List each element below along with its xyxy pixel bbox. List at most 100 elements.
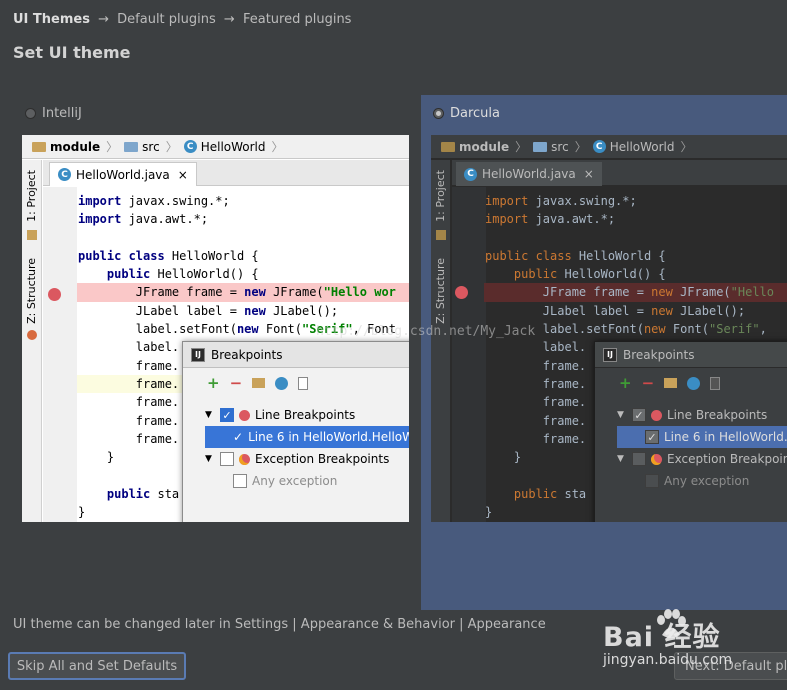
class-icon: C — [58, 168, 71, 181]
code-text: frame. — [485, 376, 587, 391]
breakpoints-dialog: IJ Breakpoints + − ▼ ✓ Line Breakpoints ✓ L… — [182, 341, 409, 522]
string-literal: "Hello wor — [323, 285, 396, 300]
code-text: JLabel label = — [78, 303, 245, 318]
tool-window-strip: 1: Project Z: Structure — [431, 160, 451, 522]
exception-breakpoint-icon — [651, 453, 662, 465]
code-text: } — [78, 450, 115, 465]
intellij-app-icon: IJ — [191, 347, 205, 362]
tree-row-line6: ✓ Line 6 in HelloWorld.HelloW — [205, 426, 409, 448]
tree-label: Line Breakpoints — [667, 408, 768, 422]
nav-class: HelloWorld — [200, 139, 266, 154]
intellij-theme-label: IntelliJ — [42, 106, 82, 121]
tree-label: Exception Breakpoints — [255, 452, 390, 466]
code-line: JLabel label = new JLabel(); — [484, 302, 787, 320]
editor-tab-helloworld: C HelloWorld.java × — [49, 162, 197, 186]
source-folder-icon — [124, 141, 139, 152]
tree-row-line-breakpoints: ▼ ✓ Line Breakpoints — [617, 404, 787, 426]
tree-row-exception-breakpoints: ▼ Exception Breakpoints — [617, 448, 787, 470]
nav-src: src — [551, 139, 569, 154]
nav-separator: 〉 — [271, 140, 284, 154]
code-text: HelloWorld { — [571, 248, 666, 263]
keyword: public — [78, 267, 151, 282]
structure-tool-tab: Z: Structure — [25, 258, 38, 324]
dialog-toolbar: + − — [595, 368, 787, 398]
keyword: public class — [78, 248, 165, 263]
baidu-paw-icon — [657, 609, 686, 638]
intellij-radio-button[interactable] — [25, 108, 36, 119]
dialog-toolbar: + − — [183, 368, 409, 398]
baidu-url-text: jingyan.baidu.com — [603, 652, 733, 668]
csdn-watermark: http://blog.csdn.net/My_Jack — [316, 324, 536, 339]
intellij-theme-option[interactable]: IntelliJ — [25, 106, 82, 121]
code-text: JLabel(); — [265, 303, 339, 318]
code-text: sta — [557, 486, 587, 501]
checkbox-icon — [220, 452, 234, 466]
code-text: frame. — [78, 395, 180, 410]
class-icon: C — [464, 167, 477, 181]
code-text: } — [78, 505, 86, 520]
document-icon — [710, 376, 721, 390]
nav-class: HelloWorld — [609, 139, 675, 154]
darcula-radio-button[interactable] — [433, 108, 444, 119]
code-text: frame. — [78, 431, 180, 446]
darcula-theme-option[interactable]: Darcula — [433, 106, 500, 121]
expand-triangle-icon: ▼ — [205, 410, 212, 420]
keyword: public — [485, 486, 558, 501]
code-text: JLabel label = — [485, 303, 652, 318]
code-line: import java.awt.*; — [77, 210, 409, 228]
keyword: import — [78, 212, 122, 227]
code-text: java.awt.*; — [121, 212, 209, 227]
add-icon: + — [619, 374, 632, 392]
code-text: javax.swing.*; — [121, 194, 230, 208]
tool-window-strip: 1: Project Z: Structure — [22, 160, 42, 522]
breadcrumb-arrow: → — [98, 12, 110, 27]
class-icon: C — [183, 140, 197, 153]
code-text: frame. — [485, 395, 587, 410]
keyword: public class — [485, 248, 572, 263]
project-tool-tab: 1: Project — [25, 170, 38, 222]
nav-separator: 〉 — [515, 140, 528, 154]
tree-label: Any exception — [252, 474, 338, 488]
checkbox-icon — [645, 474, 659, 488]
breakpoint-icon — [48, 288, 61, 301]
breadcrumb-step-featured-plugins: Featured plugins — [242, 12, 352, 27]
code-line: import javax.swing.*; — [484, 192, 787, 210]
editor-tab-label: HelloWorld.java — [76, 167, 170, 182]
tree-row-line-breakpoints: ▼ ✓ Line Breakpoints — [205, 404, 409, 426]
project-tool-tab: 1: Project — [434, 170, 447, 222]
code-line: public HelloWorld() { — [77, 265, 409, 283]
module-folder-icon — [32, 141, 46, 152]
structure-icon — [27, 330, 37, 340]
code-text: JFrame frame = — [485, 285, 652, 300]
checkbox-checked-icon: ✓ — [632, 408, 646, 422]
code-text: HelloWorld() { — [150, 267, 259, 282]
module-folder-icon — [441, 141, 455, 152]
skip-all-button[interactable]: Skip All and Set Defaults — [8, 652, 186, 680]
project-folder-icon — [27, 230, 37, 240]
breadcrumb-step-default-plugins: Default plugins — [117, 12, 216, 27]
code-line: public HelloWorld() { — [484, 265, 787, 283]
code-text: Font( — [258, 322, 302, 337]
keyword: import — [485, 212, 529, 227]
dialog-title: Breakpoints — [623, 347, 695, 362]
class-icon — [687, 376, 701, 390]
editor-tab-bar: C HelloWorld.java × — [452, 160, 787, 186]
code-text: frame. — [485, 431, 587, 446]
nav-module: module — [459, 139, 510, 154]
breadcrumb-arrow: → — [223, 12, 235, 27]
checkmark-icon: ✓ — [233, 430, 244, 444]
close-icon: × — [177, 167, 188, 182]
breakpoints-dialog: IJ Breakpoints + − ▼ ✓ Line Breakpoints ✓ L… — [594, 341, 787, 522]
breakpoint-icon — [455, 286, 468, 299]
keyword: new — [244, 303, 266, 318]
checkbox-checked-icon: ✓ — [220, 408, 234, 422]
keyword: import — [485, 194, 529, 208]
editor-tab-helloworld: C HelloWorld.java × — [456, 162, 602, 186]
breakpoint-code-line: JFrame frame = new JFrame("Hello — [484, 283, 787, 302]
code-text: JFrame( — [672, 285, 731, 300]
checkbox-icon — [233, 474, 247, 488]
code-text: HelloWorld { — [164, 248, 259, 263]
tree-row-any-exception: Any exception — [617, 470, 787, 492]
editor-gutter — [43, 187, 77, 522]
